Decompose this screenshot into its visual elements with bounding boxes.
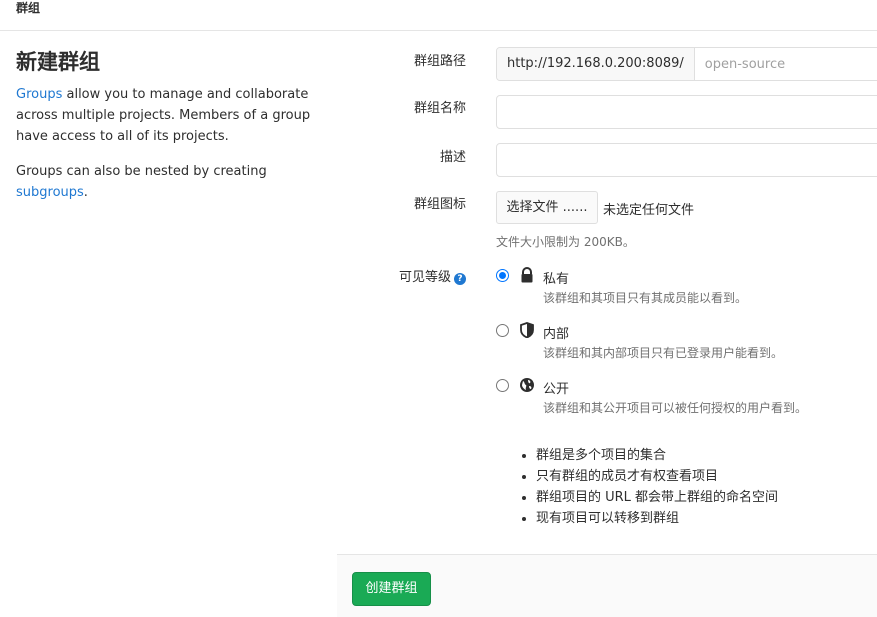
- visibility-radio-internal[interactable]: [496, 324, 509, 337]
- visibility-desc-internal: 该群组和其内部项目只有已登录用户能看到。: [543, 346, 784, 360]
- file-status: 未选定任何文件: [603, 203, 695, 218]
- shield-icon: [520, 322, 534, 338]
- path-input[interactable]: [694, 48, 877, 80]
- intro-panel: 新建群组 Groups allow you to manage and coll…: [16, 48, 316, 217]
- file-size-hint: 文件大小限制为 200KB。: [496, 235, 635, 249]
- form-actions: 创建群组: [337, 554, 877, 617]
- choose-file-button[interactable]: 选择文件 ......: [496, 191, 598, 224]
- help-icon[interactable]: ?: [454, 273, 466, 285]
- visibility-label: 可见等级?: [399, 266, 466, 285]
- description-input[interactable]: [496, 143, 877, 177]
- visibility-radio-public[interactable]: [496, 379, 509, 392]
- path-input-group: http://192.168.0.200:8089/: [496, 47, 877, 81]
- visibility-title-public: 公开: [543, 382, 570, 397]
- group-info-list: 群组是多个项目的集合 只有群组的成员才有权查看项目 群组项目的 URL 都会带上…: [518, 445, 778, 529]
- groups-link[interactable]: Groups: [16, 87, 62, 102]
- nested-text-end: .: [83, 185, 88, 200]
- nested-text: Groups can also be nested by creating: [16, 164, 267, 179]
- top-divider: [0, 30, 877, 31]
- visibility-desc-private: 该群组和其项目只有其成员能以看到。: [543, 291, 748, 305]
- page-title: 新建群组: [16, 50, 100, 74]
- list-item: 现有项目可以转移到群组: [536, 508, 778, 529]
- list-item: 只有群组的成员才有权查看项目: [536, 466, 778, 487]
- subgroups-link[interactable]: subgroups: [16, 185, 84, 200]
- nested-paragraph: Groups can also be nested by creating su…: [16, 161, 316, 203]
- visibility-title-internal: 内部: [543, 327, 570, 342]
- desc-label: 描述: [439, 150, 466, 165]
- visibility-title-private: 私有: [543, 272, 570, 287]
- breadcrumb[interactable]: 群组: [16, 0, 40, 16]
- lock-icon: [521, 267, 533, 283]
- avatar-label: 群组图标: [413, 197, 466, 212]
- name-input[interactable]: [496, 95, 877, 129]
- visibility-radio-private[interactable]: [496, 269, 509, 282]
- visibility-label-text: 可见等级: [398, 270, 451, 285]
- path-prefix: http://192.168.0.200:8089/: [497, 48, 695, 80]
- globe-icon: [520, 378, 534, 392]
- list-item: 群组项目的 URL 都会带上群组的命名空间: [536, 487, 778, 508]
- name-label: 群组名称: [413, 101, 466, 116]
- create-group-button[interactable]: 创建群组: [352, 572, 431, 606]
- list-item: 群组是多个项目的集合: [536, 445, 778, 466]
- visibility-desc-public: 该群组和其公开项目可以被任何授权的用户看到。: [543, 401, 808, 415]
- path-label: 群组路径: [413, 54, 466, 69]
- intro-paragraph: Groups allow you to manage and collabora…: [16, 84, 316, 147]
